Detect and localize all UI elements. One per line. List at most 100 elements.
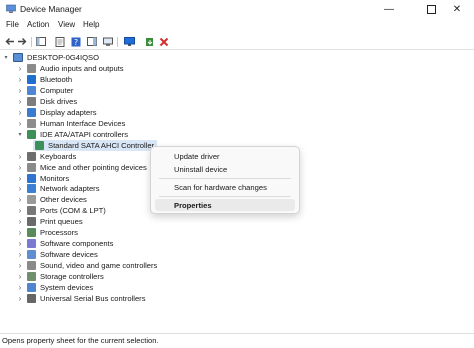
forward-button[interactable]: [16, 36, 27, 47]
scrollbar[interactable]: [467, 50, 474, 333]
menu-file[interactable]: File: [6, 20, 19, 29]
context-uninstall-device[interactable]: Uninstall device: [155, 163, 295, 175]
sata-controller-icon: [35, 140, 44, 150]
monitor-icon: [27, 173, 36, 183]
show-hide-console-tree-button[interactable]: [35, 36, 46, 47]
close-button[interactable]: ✕: [440, 0, 474, 19]
monitor-toolbar-button[interactable]: [124, 36, 135, 47]
audio-icon: [27, 64, 36, 73]
title-bar: Device Manager — ✕: [0, 0, 474, 19]
uninstall-device-toolbar-button[interactable]: [158, 36, 169, 47]
tree-category[interactable]: › Universal Serial Bus controllers: [16, 293, 146, 304]
tree-category[interactable]: › Disk drives: [16, 96, 77, 107]
keyboard-icon: [27, 151, 36, 161]
tree-category[interactable]: › Processors: [16, 227, 78, 238]
close-icon: ✕: [452, 4, 462, 15]
tree-category[interactable]: › Audio inputs and outputs: [16, 63, 124, 74]
tree-category[interactable]: › Software devices: [16, 249, 98, 260]
tree-category-label: System devices: [40, 283, 94, 292]
chevron-right-icon[interactable]: ›: [16, 162, 24, 173]
tree-category[interactable]: › Sound, video and game controllers: [16, 260, 157, 271]
tree-category[interactable]: › Network adapters: [16, 183, 100, 194]
tree-category[interactable]: › Software components: [16, 238, 113, 249]
chevron-down-icon[interactable]: ▾: [16, 129, 24, 140]
context-scan-hardware-changes[interactable]: Scan for hardware changes: [155, 181, 295, 193]
console-tree-icon: [35, 37, 46, 46]
tree-category[interactable]: › System devices: [16, 282, 93, 293]
menu-action[interactable]: Action: [27, 20, 49, 29]
tree-category-label: Human Interface Devices: [40, 118, 126, 128]
chevron-down-icon[interactable]: ▾: [2, 52, 10, 63]
status-text: Opens property sheet for the current sel…: [2, 336, 159, 345]
menu-view[interactable]: View: [58, 20, 75, 29]
tree-category[interactable]: › Computer: [16, 85, 73, 96]
chevron-right-icon[interactable]: ›: [16, 173, 24, 184]
chevron-right-icon[interactable]: ›: [16, 74, 24, 85]
software-component-icon: [27, 239, 36, 249]
printer-icon: [27, 217, 36, 227]
scan-hardware-icon: [102, 37, 113, 46]
chevron-right-icon[interactable]: ›: [16, 85, 24, 96]
tree-category[interactable]: › Human Interface Devices: [16, 118, 125, 129]
tree-category-label: Processors: [40, 228, 78, 238]
tree-category[interactable]: › Storage controllers: [16, 271, 104, 282]
tree-category[interactable]: › Print queues: [16, 216, 83, 227]
chevron-right-icon[interactable]: ›: [16, 227, 24, 238]
tree-category[interactable]: › Monitors: [16, 173, 69, 184]
mouse-icon: [27, 162, 36, 172]
tree-category-label: Storage controllers: [40, 272, 104, 282]
chevron-right-icon[interactable]: ›: [16, 183, 24, 194]
tree-root[interactable]: ▾ DESKTOP-0G4IQSO: [2, 52, 99, 63]
tree-category[interactable]: › Bluetooth: [16, 74, 72, 85]
tree-category[interactable]: › Display adapters: [16, 107, 97, 118]
chevron-right-icon[interactable]: ›: [16, 282, 24, 293]
update-driver-toolbar-button[interactable]: [144, 36, 155, 47]
chevron-right-icon[interactable]: ›: [16, 151, 24, 162]
chevron-right-icon[interactable]: ›: [16, 216, 24, 227]
status-bar: Opens property sheet for the current sel…: [0, 333, 474, 348]
tree-device-item[interactable]: Standard SATA AHCI Controller: [33, 139, 158, 151]
tree-category[interactable]: › Ports (COM & LPT): [16, 205, 106, 216]
chevron-right-icon[interactable]: ›: [16, 260, 24, 271]
properties-toolbar-button[interactable]: [54, 36, 65, 47]
tree-category-label: Audio inputs and outputs: [40, 64, 124, 73]
maximize-icon: [426, 5, 436, 14]
tree-category[interactable]: › Other devices: [16, 194, 87, 205]
tree-category-label: Print queues: [40, 217, 83, 227]
help-toolbar-button[interactable]: ?: [70, 36, 81, 47]
device-manager-app-icon: [6, 4, 16, 13]
action-pane-button[interactable]: [86, 36, 97, 47]
system-devices-icon: [27, 283, 36, 292]
tree-category[interactable]: ▾ IDE ATA/ATAPI controllers: [16, 129, 128, 140]
computer-root-icon: [13, 53, 23, 62]
chevron-right-icon[interactable]: ›: [16, 238, 24, 249]
hid-icon: [27, 118, 36, 128]
chevron-right-icon[interactable]: ›: [16, 205, 24, 216]
software-device-icon: [27, 250, 36, 260]
chevron-right-icon[interactable]: ›: [16, 118, 24, 129]
action-pane-icon: [86, 37, 97, 46]
chevron-right-icon[interactable]: ›: [16, 249, 24, 260]
other-devices-icon: [27, 195, 36, 205]
tree-category[interactable]: › Keyboards: [16, 151, 76, 162]
context-properties[interactable]: Properties: [155, 199, 295, 211]
menu-help[interactable]: Help: [83, 20, 99, 29]
chevron-right-icon[interactable]: ›: [16, 194, 24, 205]
chevron-right-icon[interactable]: ›: [16, 293, 24, 304]
chevron-right-icon[interactable]: ›: [16, 271, 24, 282]
tree-category-label: Other devices: [40, 195, 87, 205]
back-button[interactable]: [4, 36, 15, 47]
scan-hardware-toolbar-button[interactable]: [102, 36, 113, 47]
chevron-right-icon[interactable]: ›: [16, 107, 24, 118]
minimize-icon: —: [384, 4, 394, 15]
tree-category-label: Software components: [40, 239, 114, 249]
chevron-right-icon[interactable]: ›: [16, 63, 24, 74]
context-update-driver[interactable]: Update driver: [155, 150, 295, 162]
tree-category[interactable]: › Mice and other pointing devices: [16, 162, 147, 173]
chevron-right-icon[interactable]: ›: [16, 96, 24, 107]
properties-icon: [55, 36, 64, 47]
minimize-button[interactable]: —: [372, 0, 406, 19]
tree-category-label: Computer: [40, 85, 74, 95]
toolbar: ?: [0, 34, 474, 49]
tree-category-label: Mice and other pointing devices: [40, 162, 147, 172]
